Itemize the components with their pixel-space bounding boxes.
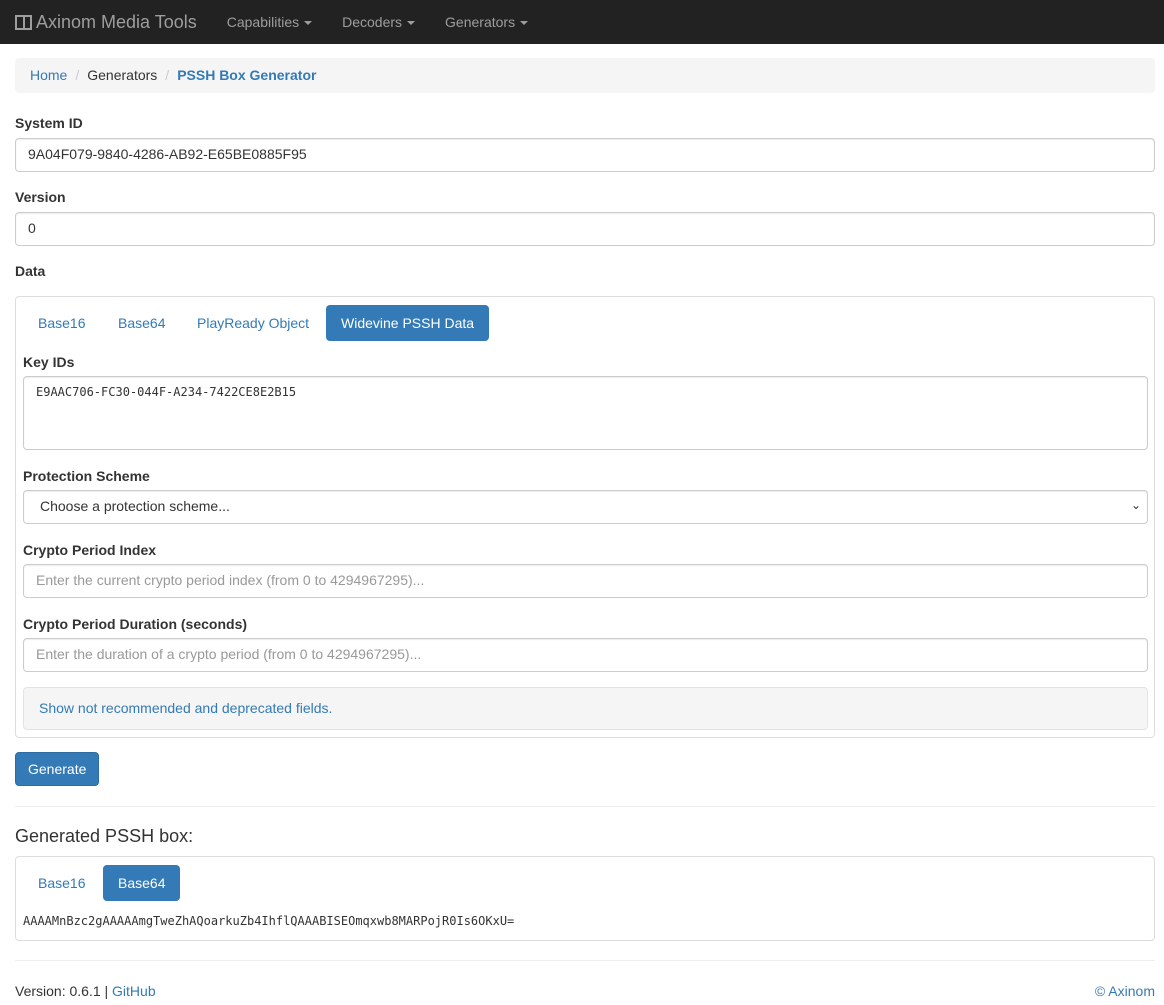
version-label: Version bbox=[15, 189, 66, 205]
crypto-period-duration-input[interactable]: Enter the duration of a crypto period (f… bbox=[23, 638, 1148, 672]
result-tab-base64[interactable]: Base64 bbox=[103, 865, 181, 901]
data-panel: Base16 Base64 PlayReady Object Widevine … bbox=[15, 296, 1155, 738]
tab-base64[interactable]: Base64 bbox=[103, 305, 180, 341]
deprecated-well: Show not recommended and deprecated fiel… bbox=[23, 687, 1148, 730]
tab-widevine-pssh-data[interactable]: Widevine PSSH Data bbox=[326, 305, 490, 341]
navbar: Axinom Media Tools Capabilities Decoders… bbox=[0, 0, 1164, 44]
result-tab-base16[interactable]: Base16 bbox=[23, 865, 100, 901]
nav-decoders[interactable]: Decoders bbox=[342, 14, 416, 30]
protection-scheme-label: Protection Scheme bbox=[23, 468, 150, 484]
generate-button[interactable]: Generate bbox=[15, 752, 100, 786]
caret-down-icon bbox=[304, 21, 313, 26]
copyright-link[interactable]: © Axinom bbox=[1095, 983, 1155, 999]
show-deprecated-link[interactable]: Show not recommended and deprecated fiel… bbox=[39, 700, 332, 716]
github-link[interactable]: GitHub bbox=[112, 983, 156, 999]
crypto-period-duration-label: Crypto Period Duration (seconds) bbox=[23, 616, 248, 632]
nav-label: Generators bbox=[445, 14, 516, 30]
nav-label: Decoders bbox=[342, 14, 403, 30]
brand-name: Axinom Media Tools bbox=[36, 11, 197, 32]
chevron-down-icon: ⌄ bbox=[1130, 498, 1141, 512]
protection-scheme-select[interactable]: Choose a protection scheme... ⌄ bbox=[23, 490, 1148, 524]
brand-link[interactable]: Axinom Media Tools bbox=[15, 12, 197, 33]
data-label: Data bbox=[15, 263, 46, 279]
nav-capabilities[interactable]: Capabilities bbox=[226, 14, 313, 30]
version-text: Version: 0.6.1 | bbox=[15, 983, 109, 999]
caret-down-icon bbox=[407, 21, 416, 26]
breadcrumb-home[interactable]: Home bbox=[30, 67, 67, 83]
system-id-input[interactable]: 9A04F079-9840-4286-AB92-E65BE0885F95 bbox=[15, 138, 1155, 172]
tab-playready-object[interactable]: PlayReady Object bbox=[182, 305, 324, 341]
nav-label: Capabilities bbox=[226, 14, 300, 30]
nav-generators[interactable]: Generators bbox=[445, 14, 529, 30]
divider bbox=[15, 806, 1155, 807]
select-value: Choose a protection scheme... bbox=[40, 498, 230, 514]
divider bbox=[15, 960, 1155, 961]
breadcrumb: Home / Generators / PSSH Box Generator bbox=[15, 58, 1155, 93]
breadcrumb-generators: Generators bbox=[87, 67, 158, 83]
crypto-period-index-label: Crypto Period Index bbox=[23, 542, 157, 558]
footer-version: Version: 0.6.1 | GitHub bbox=[15, 983, 156, 999]
version-input[interactable]: 0 bbox=[15, 212, 1155, 246]
tab-base16[interactable]: Base16 bbox=[23, 305, 100, 341]
result-heading: Generated PSSH box: bbox=[15, 826, 194, 846]
key-ids-label: Key IDs bbox=[23, 354, 75, 370]
caret-down-icon bbox=[520, 21, 529, 26]
pssh-output: AAAAMnBzc2gAAAAAmgTweZhAQoarkuZb4IhflQAA… bbox=[23, 914, 515, 928]
key-ids-textarea[interactable]: E9AAC706-FC30-044F-A234-7422CE8E2B15 bbox=[23, 376, 1148, 450]
crypto-period-index-input[interactable]: Enter the current crypto period index (f… bbox=[23, 564, 1148, 598]
system-id-label: System ID bbox=[15, 115, 83, 131]
breadcrumb-current: PSSH Box Generator bbox=[177, 67, 317, 83]
film-icon bbox=[15, 14, 32, 30]
result-panel: Base16 Base64 AAAAMnBzc2gAAAAAmgTweZhAQo… bbox=[15, 856, 1155, 941]
